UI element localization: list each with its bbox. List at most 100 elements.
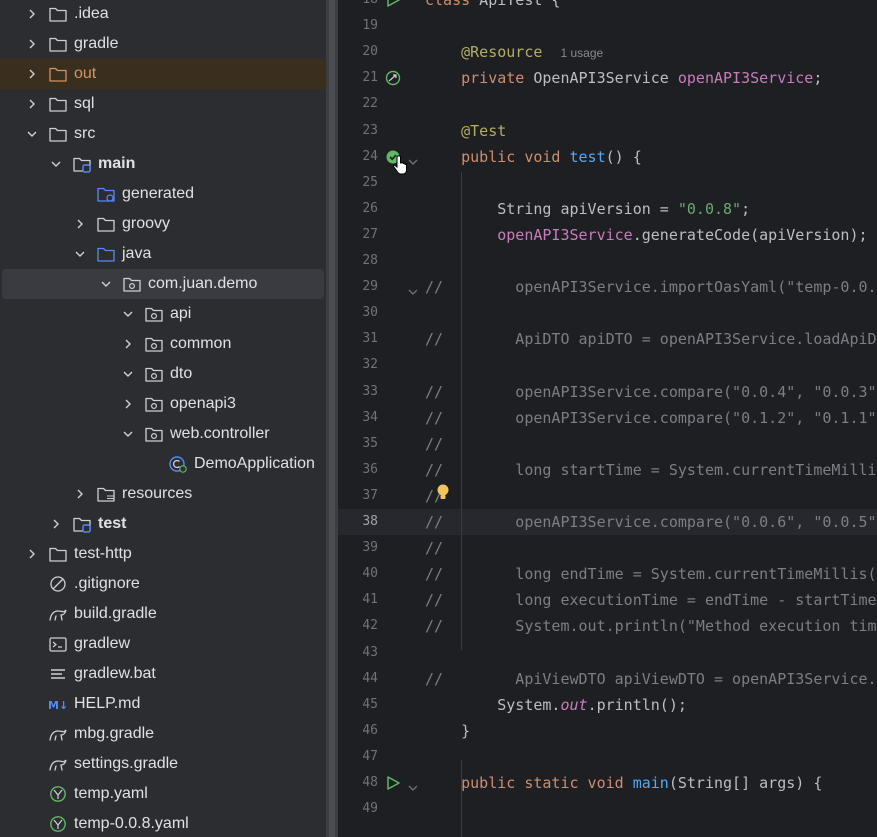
- line-number: 22: [362, 96, 378, 112]
- chevron-down-icon[interactable]: [74, 248, 86, 260]
- gradle-file-icon: [48, 605, 68, 623]
- chevron-right-icon[interactable]: [26, 98, 38, 110]
- tree-item-openapi3[interactable]: openapi3: [0, 389, 326, 419]
- code-line[interactable]: 49: [338, 796, 877, 822]
- chevron-down-icon[interactable]: [100, 278, 112, 290]
- tree-item-sql[interactable]: sql: [0, 89, 326, 119]
- chevron-down-icon[interactable]: [122, 428, 134, 440]
- code-line[interactable]: 32: [338, 352, 877, 378]
- run-icon[interactable]: [385, 775, 401, 791]
- fold-icon[interactable]: [407, 282, 419, 296]
- tree-item-api[interactable]: api: [0, 299, 326, 329]
- splitter-handle[interactable]: [329, 0, 335, 837]
- chevron-down-icon[interactable]: [26, 128, 38, 140]
- tree-item-test[interactable]: test: [0, 509, 326, 539]
- tree-item-label: .gitignore: [74, 575, 140, 592]
- tree-item-mbg-gradle[interactable]: mbg.gradle: [0, 719, 326, 749]
- tree-item--idea[interactable]: .idea: [0, 0, 326, 29]
- code-line[interactable]: 41 // long executionTime = endTime - star…: [338, 587, 877, 613]
- code-line[interactable]: 20 @Resource 1 usage: [338, 39, 877, 65]
- tree-item-build-gradle[interactable]: build.gradle: [0, 599, 326, 629]
- code-line[interactable]: 40 // long endTime = System.currentTimeMi…: [338, 561, 877, 587]
- code-line[interactable]: 21 private OpenAPI3Service openAPI3Servi…: [338, 65, 877, 91]
- code-line[interactable]: 29 // openAPI3Service.importOasYaml("temp…: [338, 274, 877, 300]
- folder-icon: [48, 35, 68, 53]
- code-line[interactable]: 18 class ApiTest {: [338, 0, 877, 13]
- fold-icon[interactable]: [407, 152, 419, 165]
- code-line[interactable]: 36 // long startTime = System.currentTime…: [338, 457, 877, 483]
- code-text: // long startTime = System.currentTimeMi…: [425, 460, 877, 479]
- module-folder-icon: [72, 155, 92, 173]
- chevron-down-icon[interactable]: [50, 158, 62, 170]
- code-line[interactable]: 45 System.out.println();: [338, 692, 877, 718]
- tree-item-out[interactable]: out: [0, 59, 326, 89]
- chevron-right-icon[interactable]: [26, 548, 38, 560]
- tree-item-resources[interactable]: resources: [0, 479, 326, 509]
- tree-item-test-http[interactable]: test-http: [0, 539, 326, 569]
- tree-item-settings-gradle[interactable]: settings.gradle: [0, 749, 326, 779]
- line-number: 28: [362, 253, 378, 268]
- code-line[interactable]: 37//: [338, 483, 877, 509]
- tree-item--gitignore[interactable]: .gitignore: [0, 569, 326, 599]
- code-line[interactable]: 38 // openAPI3Service.compare("0.0.6", "0…: [338, 509, 877, 535]
- chevron-right-icon[interactable]: [26, 38, 38, 50]
- code-text: @Test: [461, 121, 507, 140]
- tree-item-common[interactable]: common: [0, 329, 326, 359]
- chevron-down-icon[interactable]: [122, 368, 134, 380]
- code-editor[interactable]: 18class ApiTest {1920 @Resource 1 usage2…: [338, 0, 877, 837]
- tree-item-main[interactable]: main: [0, 149, 326, 179]
- run-icon[interactable]: [385, 0, 401, 8]
- line-number: 32: [362, 357, 378, 373]
- bean-navigate-icon[interactable]: [385, 70, 401, 86]
- tree-item-java[interactable]: java: [0, 239, 326, 269]
- chevron-right-icon[interactable]: [74, 218, 86, 230]
- project-tree[interactable]: .idea gradle out sql src main generated groovy j…: [0, 0, 326, 837]
- chevron-right-icon[interactable]: [26, 68, 38, 80]
- code-line[interactable]: 47: [338, 744, 877, 770]
- tree-item-help-md[interactable]: M↓ HELP.md: [0, 689, 326, 719]
- chevron-right-icon[interactable]: [74, 488, 86, 500]
- chevron-right-icon[interactable]: [50, 518, 62, 530]
- code-line[interactable]: 39 //: [338, 535, 877, 561]
- chevron-down-icon[interactable]: [122, 308, 134, 320]
- tree-item-dto[interactable]: dto: [0, 359, 326, 389]
- code-line[interactable]: 28: [338, 248, 877, 274]
- tree-item-src[interactable]: src: [0, 119, 326, 149]
- code-line[interactable]: 33 // openAPI3Service.compare("0.0.4", "0…: [338, 379, 877, 405]
- tree-item-gradlew-bat[interactable]: gradlew.bat: [0, 659, 326, 689]
- code-line[interactable]: 42 // System.out.println("Method executio…: [338, 613, 877, 639]
- code-line[interactable]: 48 public static void main(String[] args…: [338, 770, 877, 796]
- code-line[interactable]: 19: [338, 13, 877, 39]
- intention-bulb-icon[interactable]: [435, 483, 451, 507]
- code-line[interactable]: 35 //: [338, 431, 877, 457]
- code-line[interactable]: 31 // ApiDTO apiDTO = openAPI3Service.loa…: [338, 326, 877, 352]
- tree-item-web-controller[interactable]: web.controller: [0, 419, 326, 449]
- code-line[interactable]: 27 openAPI3Service.generateCode(apiVersi…: [338, 222, 877, 248]
- code-line[interactable]: 43: [338, 640, 877, 666]
- line-number: 35: [362, 435, 378, 451]
- code-line[interactable]: 46 }: [338, 718, 877, 744]
- tree-item-temp-0-0-8-yaml[interactable]: temp-0.0.8.yaml: [0, 809, 326, 837]
- chevron-right-icon[interactable]: [122, 398, 134, 410]
- tree-item-gradlew[interactable]: gradlew: [0, 629, 326, 659]
- code-line[interactable]: 22: [338, 91, 877, 117]
- code-line[interactable]: 34 // openAPI3Service.compare("0.1.2", "0…: [338, 405, 877, 431]
- tree-item-label: mbg.gradle: [74, 725, 155, 742]
- panel-splitter[interactable]: [326, 0, 338, 837]
- tree-item-groovy[interactable]: groovy: [0, 209, 326, 239]
- code-line[interactable]: 23 @Test: [338, 118, 877, 144]
- tree-item-generated[interactable]: generated: [0, 179, 326, 209]
- tree-item-demoapplication[interactable]: DemoApplication: [0, 449, 326, 479]
- tree-item-gradle[interactable]: gradle: [0, 29, 326, 59]
- code-line[interactable]: 26 String apiVersion = "0.0.8";: [338, 196, 877, 222]
- tree-item-com-juan-demo[interactable]: com.juan.demo: [2, 269, 324, 299]
- tree-item-temp-yaml[interactable]: temp.yaml: [0, 779, 326, 809]
- code-line[interactable]: 30: [338, 300, 877, 326]
- code-line[interactable]: 25: [338, 170, 877, 196]
- code-line[interactable]: 24 public void test() {: [338, 144, 877, 170]
- code-line[interactable]: 44 // ApiViewDTO apiViewDTO = openAPI3Ser…: [338, 666, 877, 692]
- chevron-right-icon[interactable]: [26, 8, 38, 20]
- tree-item-label: main: [98, 155, 136, 172]
- fold-icon[interactable]: [407, 778, 419, 791]
- chevron-right-icon[interactable]: [122, 338, 134, 350]
